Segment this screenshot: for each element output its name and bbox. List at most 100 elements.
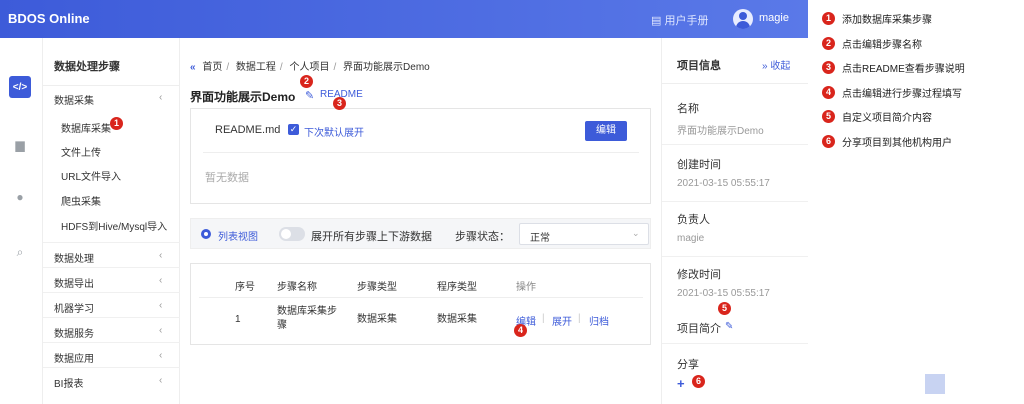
- sidebar-group-data-export[interactable]: 数据导出: [54, 275, 94, 290]
- column-header-step-name: 步骤名称: [277, 282, 317, 293]
- field-label-modified: 修改时间: [677, 269, 721, 281]
- sidebar-group-data-processing[interactable]: 数据处理: [54, 250, 94, 265]
- double-chevron-left-icon[interactable]: «: [190, 62, 196, 73]
- breadcrumb: « 首页 / 数据工程 / 个人项目 / 界面功能展示Demo: [190, 58, 430, 73]
- list-view-radio[interactable]: [201, 229, 211, 239]
- cell-program-type: 数据采集: [437, 314, 477, 325]
- field-label-name: 名称: [677, 103, 699, 115]
- legend-text: 点击README查看步骤说明: [842, 64, 965, 75]
- step-status-select[interactable]: 正常 ⌄: [519, 223, 649, 245]
- legend-text: 添加数据库采集步骤: [842, 15, 932, 26]
- chevron-left-icon[interactable]: ‹: [159, 350, 162, 361]
- step-status-value: 正常: [530, 233, 550, 244]
- chevron-left-icon[interactable]: ‹: [159, 325, 162, 336]
- divider: [199, 297, 643, 298]
- annotation-badge: 1: [822, 12, 835, 25]
- watermark-logo: [925, 374, 950, 394]
- default-expand-checkbox[interactable]: ✓: [288, 124, 299, 135]
- avatar[interactable]: [733, 9, 753, 29]
- divider: [662, 343, 809, 344]
- divider: [662, 144, 809, 145]
- main-content: « 首页 / 数据工程 / 个人项目 / 界面功能展示Demo 界面功能展示Demo …: [180, 38, 661, 404]
- field-label-intro: 项目简介: [677, 323, 721, 335]
- divider: [203, 152, 639, 153]
- field-value-name: 界面功能展示Demo: [677, 126, 764, 137]
- steps-toolbar: 列表视图 展开所有步骤上下游数据 步骤状态： 正常 ⌄: [190, 218, 651, 249]
- readme-file-name: README.md: [215, 124, 281, 136]
- row-expand-link[interactable]: 展开: [552, 313, 572, 328]
- column-header-actions: 操作: [516, 282, 536, 293]
- code-icon[interactable]: </>: [9, 76, 31, 98]
- project-info-title: 项目信息: [677, 60, 721, 72]
- field-value-created: 2021-03-15 05:55:17: [677, 178, 770, 189]
- sidebar-item-file-upload[interactable]: 文件上传: [61, 144, 101, 159]
- watermark-mark: [925, 374, 945, 394]
- field-label-share: 分享: [677, 359, 699, 371]
- edit-intro-icon[interactable]: ✎: [725, 321, 733, 332]
- user-name[interactable]: magie: [759, 12, 789, 24]
- sidebar-group-bi-reports[interactable]: BI报表: [54, 375, 83, 390]
- chevron-left-icon[interactable]: ‹: [159, 275, 162, 286]
- expand-all-label: 展开所有步骤上下游数据: [311, 231, 432, 243]
- breadcrumb-current: 界面功能展示Demo: [343, 62, 430, 73]
- chevron-left-icon[interactable]: ‹: [159, 375, 162, 386]
- user-icon[interactable]: ●: [9, 186, 31, 208]
- sidebar-group-data-collection[interactable]: 数据采集: [54, 92, 94, 107]
- annotation-legend: 1 添加数据库采集步骤 2 点击编辑步骤名称 3 点击README查看步骤说明 4 点击…: [808, 0, 1024, 404]
- chevron-left-icon[interactable]: ‹: [159, 250, 162, 261]
- sidebar-item-db-collection[interactable]: 数据库采集: [61, 120, 111, 135]
- chevron-left-icon[interactable]: ‹: [159, 92, 162, 103]
- legend-item: 3 点击README查看步骤说明: [822, 60, 965, 76]
- list-view-label[interactable]: 列表视图: [218, 228, 258, 243]
- legend-item: 1 添加数据库采集步骤: [822, 11, 932, 27]
- project-info-panel: 项目信息 » 收起 名称 界面功能展示Demo 创建时间 2021-03-15 …: [661, 38, 809, 404]
- readme-card: README.md ✓ 下次默认展开 编辑 暂无数据: [190, 108, 651, 204]
- user-manual-link[interactable]: ▤ 用户手册: [651, 12, 708, 28]
- annotation-badge: 6: [822, 135, 835, 148]
- search-icon[interactable]: ⌕: [9, 241, 31, 263]
- sidebar-group-machine-learning[interactable]: 机器学习: [54, 300, 94, 315]
- cell-index: 1: [235, 314, 241, 325]
- add-share-icon[interactable]: +: [677, 376, 685, 391]
- divider: [43, 85, 180, 86]
- breadcrumb-separator: /: [279, 62, 283, 73]
- annotation-badge: 5: [718, 302, 731, 315]
- legend-text: 分享项目到其他机构用户: [842, 138, 952, 149]
- breadcrumb-data-engineering[interactable]: 数据工程: [236, 62, 276, 73]
- collapse-panel-button[interactable]: » 收起: [762, 57, 790, 72]
- readme-edit-button[interactable]: 编辑: [585, 121, 627, 141]
- page-title: 界面功能展示Demo: [190, 90, 296, 104]
- sidebar-group-data-application[interactable]: 数据应用: [54, 350, 94, 365]
- expand-all-toggle[interactable]: [279, 227, 305, 241]
- column-header-step-type: 步骤类型: [357, 282, 397, 293]
- legend-item: 4 点击编辑进行步骤过程填写: [822, 85, 962, 101]
- divider: [43, 317, 180, 318]
- breadcrumb-personal-projects[interactable]: 个人项目: [289, 62, 329, 73]
- sidebar-item-crawler[interactable]: 爬虫采集: [61, 193, 101, 208]
- sidebar-item-url-import[interactable]: URL文件导入: [61, 168, 121, 183]
- divider: [662, 256, 809, 257]
- folder-icon[interactable]: ▆: [9, 134, 31, 156]
- divider: [662, 83, 809, 84]
- legend-text: 点击编辑步骤名称: [842, 40, 922, 51]
- field-label-owner: 负责人: [677, 214, 710, 226]
- cell-step-type: 数据采集: [357, 314, 397, 325]
- column-header-index: 序号: [235, 282, 255, 293]
- empty-text: 暂无数据: [205, 172, 249, 184]
- sidebar-group-data-service[interactable]: 数据服务: [54, 325, 94, 340]
- chevron-down-icon: ⌄: [632, 228, 640, 238]
- edit-icon[interactable]: ✎: [305, 89, 314, 102]
- breadcrumb-separator: /: [333, 62, 337, 73]
- sidebar-item-hdfs-import[interactable]: HDFS到Hive/Mysql导入: [61, 218, 167, 233]
- chevron-left-icon[interactable]: ‹: [159, 300, 162, 311]
- cell-step-name[interactable]: 数据库采集步 骤: [277, 305, 337, 333]
- divider: [43, 367, 180, 368]
- default-expand-label[interactable]: 下次默认展开: [304, 124, 364, 139]
- sidebar-title: 数据处理步骤: [54, 61, 120, 73]
- breadcrumb-home[interactable]: 首页: [202, 62, 222, 73]
- sidebar-menu: 数据处理步骤 数据采集 ‹ 数据库采集 文件上传 URL文件导入 爬虫采集 HD…: [43, 38, 180, 404]
- annotation-badge: 6: [692, 375, 705, 388]
- row-archive-link[interactable]: 归档: [589, 313, 609, 328]
- action-separator: |: [542, 313, 545, 324]
- app-title[interactable]: BDOS Online: [8, 11, 90, 26]
